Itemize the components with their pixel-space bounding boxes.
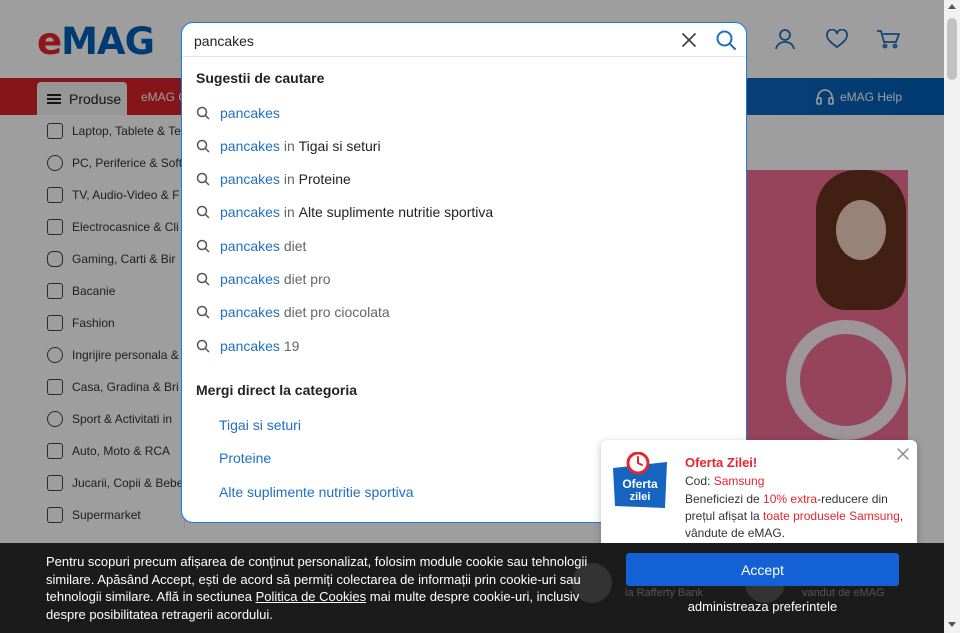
svg-text:Oferta: Oferta <box>622 477 658 491</box>
scroll-down-icon[interactable] <box>948 622 956 627</box>
accept-cookies-button[interactable]: Accept <box>626 553 899 586</box>
search-suggestion[interactable]: pancakes in Proteine <box>196 162 726 195</box>
search-suggestion[interactable]: pancakes 19 <box>196 329 726 362</box>
background-promo-text: la Rafferty Bank <box>625 587 704 599</box>
oferta-zilei-badge: Oferta zilei <box>611 451 669 510</box>
page-scrollbar[interactable] <box>944 0 960 633</box>
search-suggestion[interactable]: pancakes diet pro ciocolata <box>196 295 726 328</box>
search-icon <box>196 339 210 353</box>
deal-code: Cod: Samsung <box>685 474 765 488</box>
deal-description: Beneficiezi de 10% extra-reducere din pr… <box>685 492 904 540</box>
search-icon <box>196 172 210 186</box>
scroll-up-icon[interactable] <box>948 4 956 9</box>
search-bar <box>182 23 746 57</box>
close-icon[interactable] <box>895 446 911 462</box>
manage-preferences-link[interactable]: administreaza preferintele <box>626 599 899 614</box>
categories-title: Mergi direct la categoria <box>196 382 358 398</box>
deal-title: Oferta Zilei! <box>685 455 758 470</box>
svg-text:zilei: zilei <box>630 491 651 503</box>
scrollbar-thumb[interactable] <box>947 18 957 80</box>
search-input[interactable] <box>194 31 664 51</box>
category-link[interactable]: Proteine <box>219 441 271 474</box>
search-icon <box>196 106 210 120</box>
search-icon[interactable] <box>715 29 737 51</box>
category-link[interactable]: Tigai si seturi <box>219 408 301 441</box>
search-icon <box>196 272 210 286</box>
search-suggestion[interactable]: pancakes in Tigai si seturi <box>196 129 726 162</box>
search-icon <box>196 239 210 253</box>
category-link[interactable]: Alte suplimente nutritie sportiva <box>219 475 414 508</box>
suggestions-title: Sugestii de cautare <box>196 70 325 86</box>
search-icon <box>196 139 210 153</box>
deal-popup: Oferta zilei Oferta Zilei! Cod: Samsung … <box>601 440 917 548</box>
search-icon <box>196 305 210 319</box>
search-suggestion[interactable]: pancakes <box>196 96 726 129</box>
clear-search-icon[interactable] <box>679 30 699 50</box>
cookie-banner: la Rafferty Bank vandut de eMAG Pentru s… <box>0 543 944 633</box>
search-suggestion[interactable]: pancakes diet <box>196 229 726 262</box>
background-promo-text: vandut de eMAG <box>802 587 885 599</box>
search-suggestion[interactable]: pancakes in Alte suplimente nutritie spo… <box>196 195 726 228</box>
cookie-policy-link[interactable]: Politica de Cookies <box>256 589 367 604</box>
search-suggestion[interactable]: pancakes diet pro <box>196 262 726 295</box>
search-icon <box>196 205 210 219</box>
cookie-text: Pentru scopuri precum afișarea de conțin… <box>46 554 588 622</box>
